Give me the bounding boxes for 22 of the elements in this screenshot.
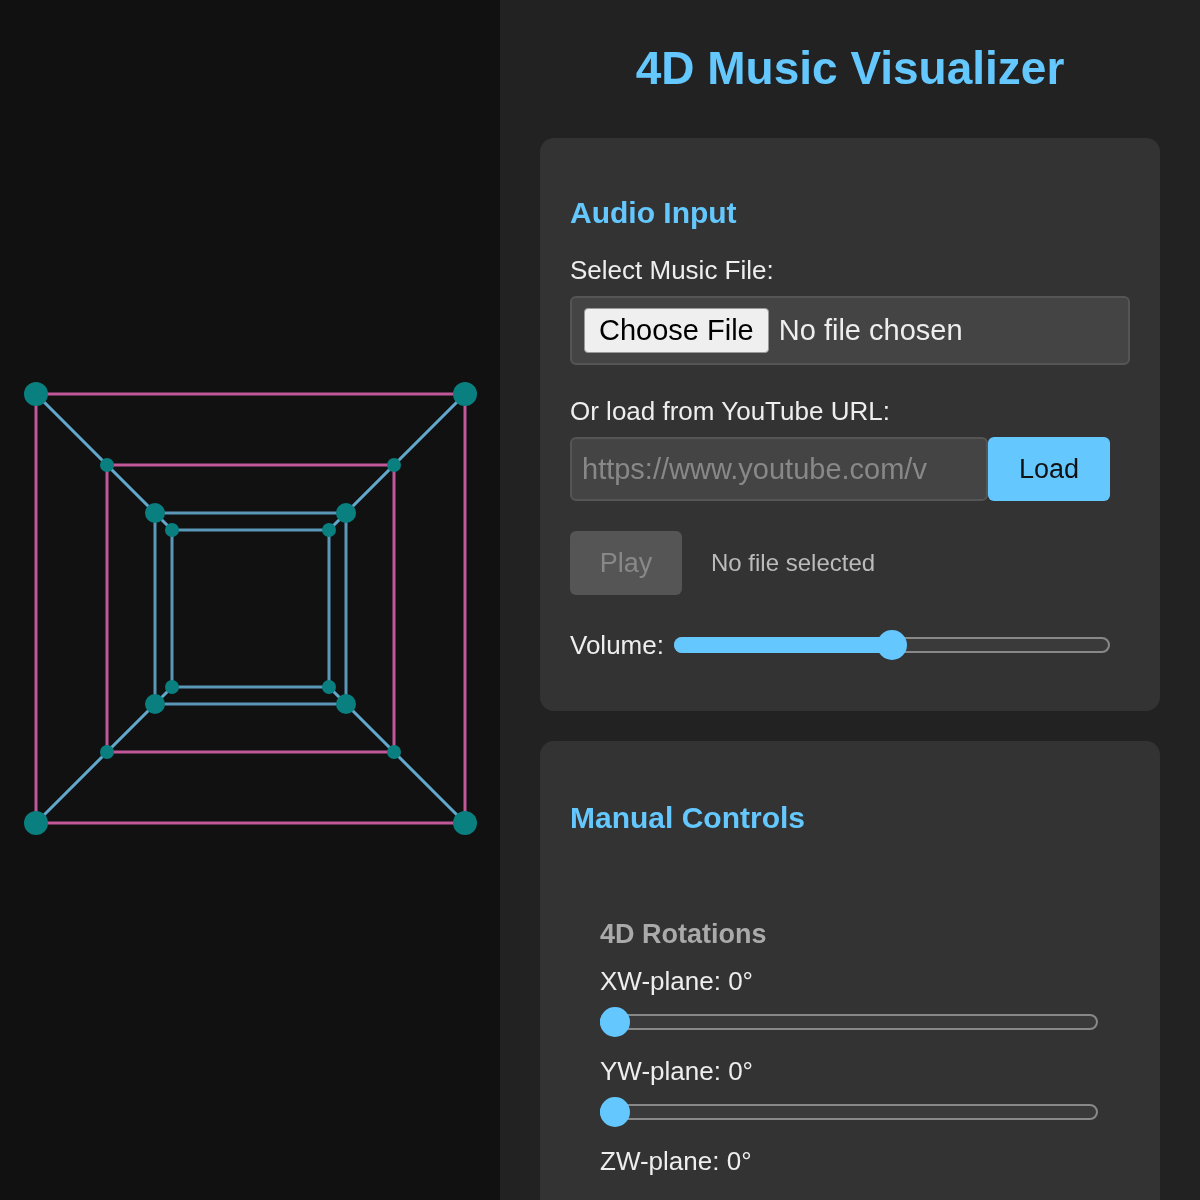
- slider-label: ZW-plane: 0°: [600, 1145, 753, 1177]
- volume-label: Volume:: [570, 629, 664, 661]
- slider-thumb[interactable]: [600, 1007, 630, 1037]
- slider-label: XW-plane: 0°: [600, 965, 754, 997]
- slider-label: YW-plane: 0°: [600, 1055, 754, 1087]
- playback-status: No file selected: [711, 549, 876, 577]
- load-button[interactable]: Load: [988, 437, 1110, 501]
- field-label: Select Music File:: [570, 254, 775, 286]
- slider-thumb[interactable]: [600, 1097, 630, 1127]
- file-status: No file chosen: [778, 314, 963, 347]
- choose-file-button[interactable]: Choose File: [584, 308, 769, 353]
- url-input[interactable]: https://www.youtube.com/v: [570, 437, 988, 501]
- slider-thumb[interactable]: [876, 630, 907, 660]
- field-label: Or load from YouTube URL:: [570, 395, 891, 427]
- volume-slider[interactable]: [673, 630, 1110, 660]
- file-input[interactable]: Choose File No file chosen: [570, 296, 1130, 365]
- section-heading: Audio Input: [570, 195, 738, 231]
- rotation-slider[interactable]: [600, 1097, 1098, 1127]
- section-heading: Manual Controls: [570, 800, 806, 836]
- app-title: 4D Music Visualizer: [634, 41, 1066, 96]
- rotation-slider[interactable]: [600, 1007, 1098, 1037]
- subsection-heading: 4D Rotations: [600, 918, 768, 951]
